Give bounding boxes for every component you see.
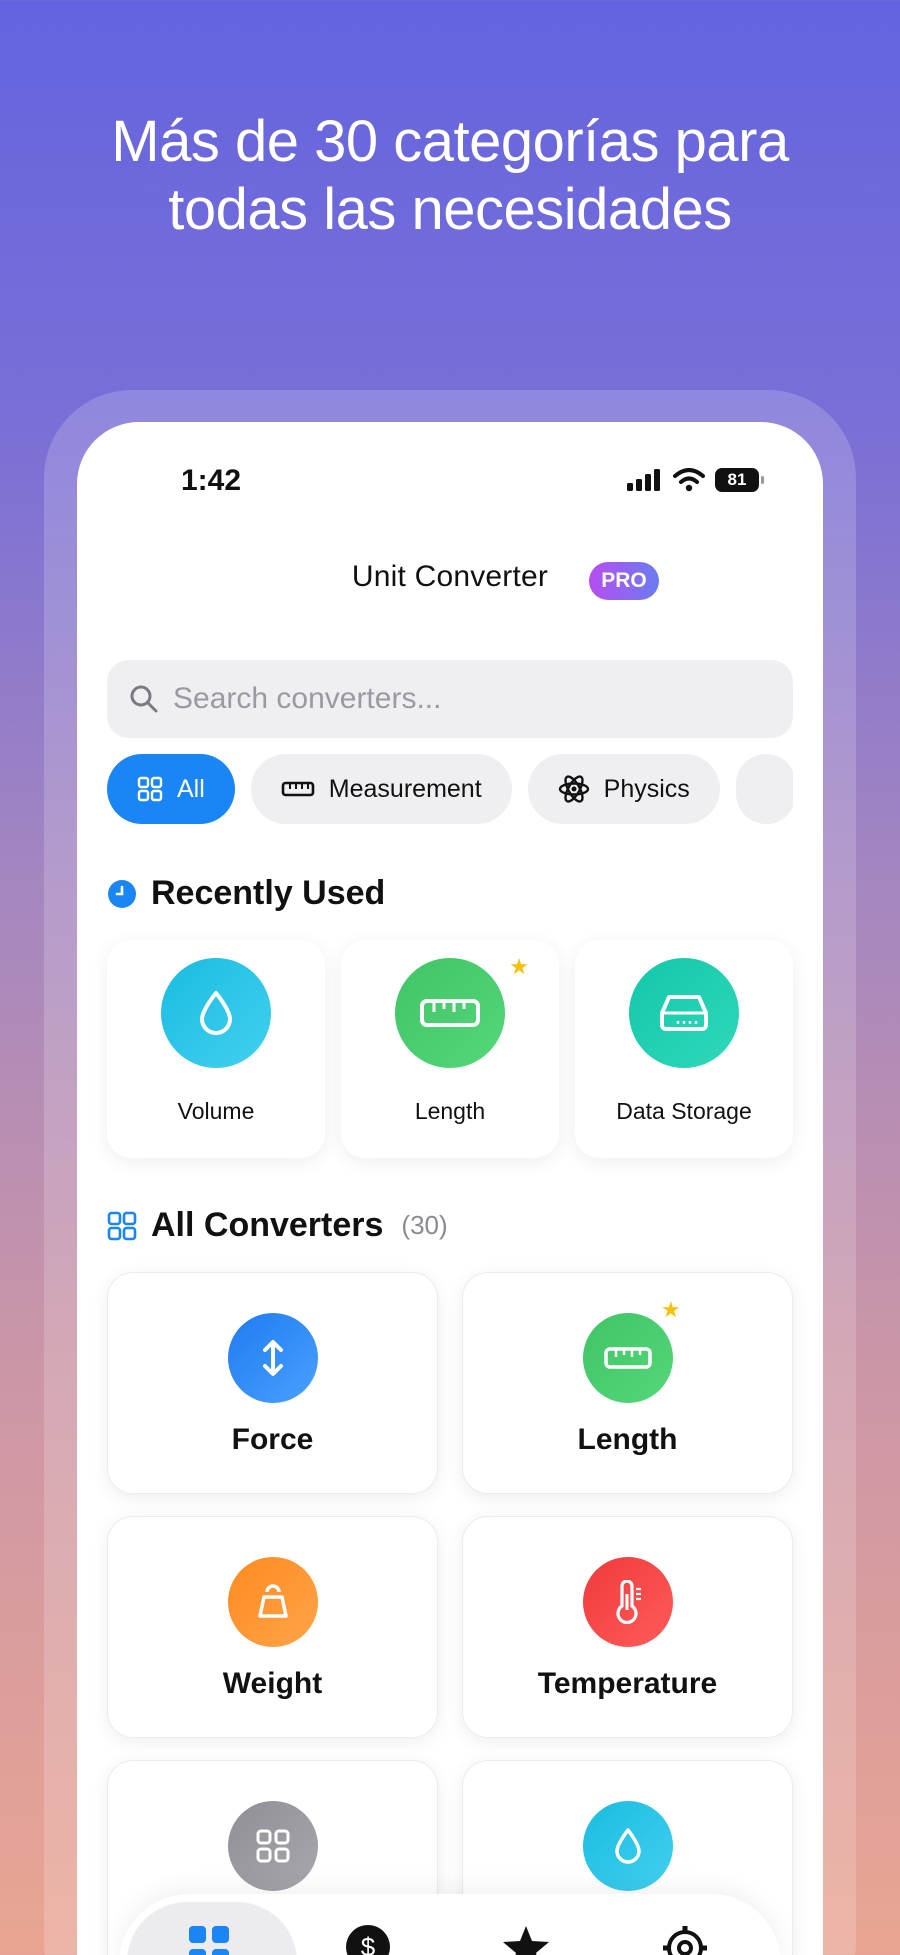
battery-icon: 81: [715, 468, 764, 492]
recent-card-volume[interactable]: Volume: [107, 940, 325, 1158]
recently-used-title: Recently Used: [151, 874, 386, 912]
search-input[interactable]: [173, 682, 733, 716]
settings-icon: [663, 1926, 707, 1955]
converter-label: Force: [231, 1423, 314, 1456]
headline-line-1: Más de 30 categorías para: [111, 109, 789, 174]
thermometer-icon: [582, 1557, 673, 1647]
recent-card-data-storage[interactable]: Data Storage: [575, 940, 793, 1158]
chip-measurement-label: Measurement: [328, 774, 482, 803]
chip-all-label: All: [177, 774, 205, 803]
wifi-icon: [673, 468, 705, 492]
recent-card-label: Volume: [177, 1098, 255, 1124]
chip-more[interactable]: [735, 754, 793, 824]
headline-line-2: todas las necesidades: [168, 177, 732, 242]
weight-icon: [227, 1557, 318, 1647]
headline: Más de 30 categorías para todas las nece…: [0, 108, 900, 244]
app-title: Unit Converter: [77, 560, 823, 594]
converter-card-weight[interactable]: Weight: [107, 1516, 438, 1738]
pro-badge[interactable]: PRO: [589, 562, 659, 600]
app-title-text: Unit Converter: [351, 560, 549, 593]
converter-label: Temperature: [537, 1667, 718, 1700]
star-icon: [503, 1926, 549, 1955]
status-time: 1:42: [181, 464, 242, 497]
all-converters-count: (30): [401, 1210, 448, 1240]
grid-icon: [137, 776, 163, 802]
drive-icon: [629, 958, 739, 1068]
grid-icon: [107, 1211, 137, 1240]
ruler-icon: [582, 1313, 673, 1403]
svg-text:$: $: [361, 1932, 376, 1955]
category-chips: All Measurement Physics: [107, 754, 793, 824]
recent-card-length[interactable]: ★ Length: [341, 940, 559, 1158]
ruler-icon: [395, 958, 505, 1068]
dollar-icon: $: [346, 1925, 390, 1955]
recently-used-list: Volume ★ Length Data Storage: [107, 940, 793, 1158]
drop-icon: [582, 1801, 673, 1891]
phone-screen: 1:42 81 Unit Converter PRO Search conver…: [77, 422, 823, 1955]
signal-icon: [627, 469, 660, 491]
converter-card-length[interactable]: ★ Length: [462, 1272, 793, 1494]
favorite-star-icon: ★: [661, 1297, 681, 1322]
grid-icon: [189, 1926, 229, 1955]
search-bar[interactable]: [107, 660, 793, 738]
tab-currency[interactable]: $: [345, 1924, 391, 1955]
grid-icon: [227, 1801, 318, 1891]
converters-grid: Force ★ Length Weight Temperature: [107, 1272, 793, 1955]
status-icons: 81: [627, 468, 764, 492]
converter-card-temperature[interactable]: Temperature: [462, 1516, 793, 1738]
tab-settings[interactable]: [661, 1924, 709, 1955]
search-icon: [130, 685, 158, 713]
tab-converters[interactable]: [187, 1924, 231, 1955]
arrows-vertical-icon: [227, 1313, 318, 1403]
drop-icon: [161, 958, 271, 1068]
converter-label: Length: [577, 1423, 678, 1456]
favorite-star-icon: ★: [509, 954, 529, 979]
atom-icon: [558, 775, 589, 803]
chip-measurement[interactable]: Measurement: [250, 754, 512, 824]
recently-used-header: Recently Used: [107, 874, 385, 913]
chip-all[interactable]: All: [107, 754, 235, 824]
all-converters-title: All Converters: [151, 1206, 384, 1244]
chip-physics-label: Physics: [603, 774, 690, 803]
ruler-icon: [281, 781, 315, 797]
chip-physics[interactable]: Physics: [527, 754, 720, 824]
all-converters-header: All Converters (30): [107, 1206, 448, 1245]
converter-card-force[interactable]: Force: [107, 1272, 438, 1494]
recent-card-label: Length: [414, 1098, 486, 1124]
recent-card-label: Data Storage: [616, 1098, 752, 1124]
converter-label: Weight: [222, 1667, 323, 1700]
tab-favorites[interactable]: [501, 1924, 551, 1955]
status-bar: 1:42 81: [77, 464, 823, 504]
clock-icon: [108, 879, 136, 908]
tab-bar: $: [119, 1894, 781, 1955]
